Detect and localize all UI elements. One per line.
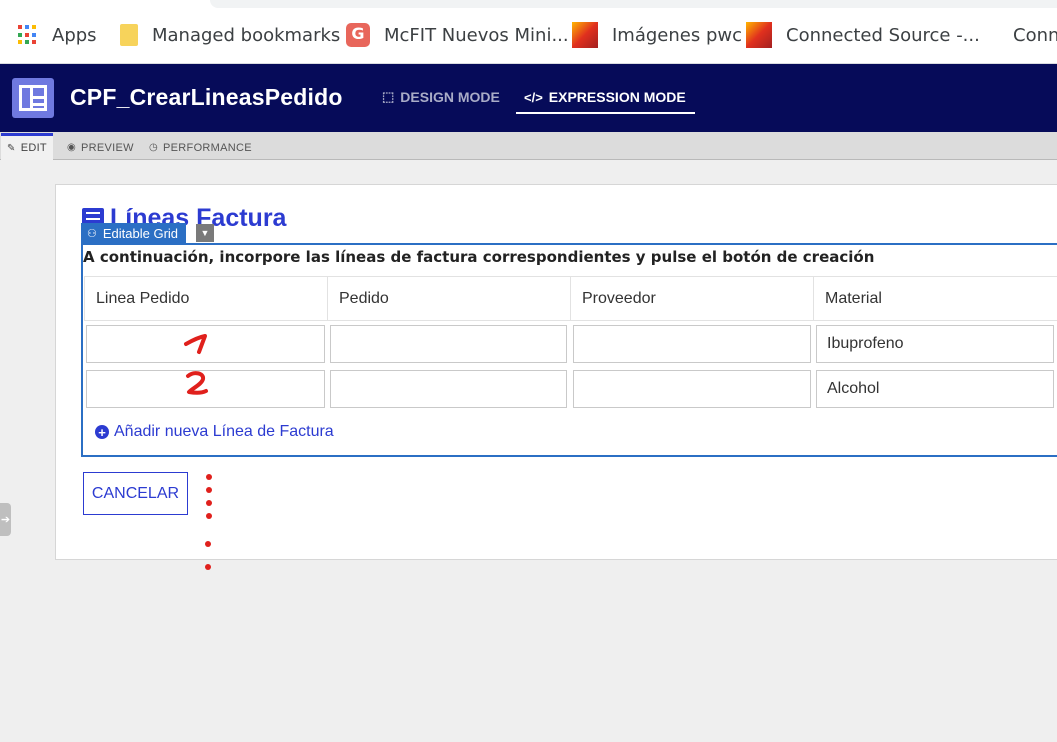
expand-panel-handle[interactable]: ➔ [0,503,11,536]
bookmark-apps[interactable]: Apps [18,22,97,48]
g-favicon-icon: G [346,23,370,47]
view-tabs: ✎ EDIT ◉ PREVIEW ◷ PERFORMANCE [0,132,1057,160]
app-header: CPF_CrearLineasPedido ⬚ DESIGN MODE </> … [0,64,1057,132]
folder-icon [120,24,138,46]
pedido-input[interactable] [330,370,567,408]
bookmark-truncated[interactable]: Conne [1013,22,1057,48]
arrow-right-icon: ➔ [0,514,11,526]
add-row-link[interactable]: + Añadir nueva Línea de Factura [95,423,334,441]
active-mode-indicator [516,112,695,114]
column-header: Material [814,276,1057,321]
interface-logo-icon [12,78,54,118]
expression-mode-label: EXPRESSION MODE [548,89,686,105]
page-title: CPF_CrearLineasPedido [70,84,343,110]
material-input[interactable]: Ibuprofeno [816,325,1054,363]
expression-mode-tab[interactable]: </> EXPRESSION MODE [524,89,686,105]
tab-preview[interactable]: ◉ PREVIEW [61,135,140,160]
code-icon: </> [524,89,543,105]
bookmark-label: Conne [1013,24,1057,46]
linea-pedido-input[interactable] [86,325,325,363]
apps-grid-icon [18,25,38,45]
tab-edit[interactable]: ✎ EDIT [1,133,53,160]
bookmark-imagenes-pwc[interactable]: Imágenes pwc [572,22,742,48]
edit-icon: ✎ [7,142,16,154]
tab-performance[interactable]: ◷ PERFORMANCE [143,135,258,160]
hierarchy-icon: ⚇ [87,227,97,240]
design-mode-label: DESIGN MODE [400,89,500,105]
pwc-favicon-icon [572,22,598,48]
bookmark-label: Apps [52,24,97,46]
bookmark-label: Imágenes pwc [612,24,742,46]
component-tag[interactable]: ⚇ Editable Grid [81,223,187,243]
eye-icon: ◉ [67,142,77,153]
clock-icon: ◷ [149,142,159,153]
bookmark-label: McFIT Nuevos Mini... [384,24,569,46]
material-input[interactable]: Alcohol [816,370,1054,408]
bookmark-mcfit[interactable]: G McFIT Nuevos Mini... [346,22,569,48]
tab-strip [210,0,1057,8]
bookmark-connected-source[interactable]: Connected Source -... [746,22,980,48]
proveedor-input[interactable] [573,325,811,363]
design-mode-icon: ⬚ [382,89,395,104]
bookmark-managed[interactable]: Managed bookmarks [120,22,340,48]
tab-label: PERFORMANCE [163,141,252,154]
chevron-down-icon[interactable]: ▼ [196,224,214,242]
column-header: Linea Pedido [84,276,328,321]
pedido-input[interactable] [330,325,567,363]
column-header: Pedido [328,276,571,321]
tab-label: PREVIEW [81,141,134,154]
proveedor-input[interactable] [573,370,811,408]
grid-instructions: A continuación, incorpore las líneas de … [83,248,875,266]
linea-pedido-input[interactable] [86,370,325,408]
add-row-label: Añadir nueva Línea de Factura [114,423,334,440]
component-tag-label: Editable Grid [102,225,179,241]
column-header: Proveedor [571,276,814,321]
tab-label: EDIT [20,142,47,154]
design-mode-tab[interactable]: ⬚ DESIGN MODE [382,89,500,105]
bookmarks-bar: Apps Managed bookmarks G McFIT Nuevos Mi… [0,0,1057,64]
bookmark-label: Managed bookmarks [152,24,341,46]
cancel-button[interactable]: CANCELAR [83,472,188,515]
pwc-favicon-icon [746,22,772,48]
plus-circle-icon: + [95,425,109,439]
bookmark-label: Connected Source -... [786,24,980,46]
